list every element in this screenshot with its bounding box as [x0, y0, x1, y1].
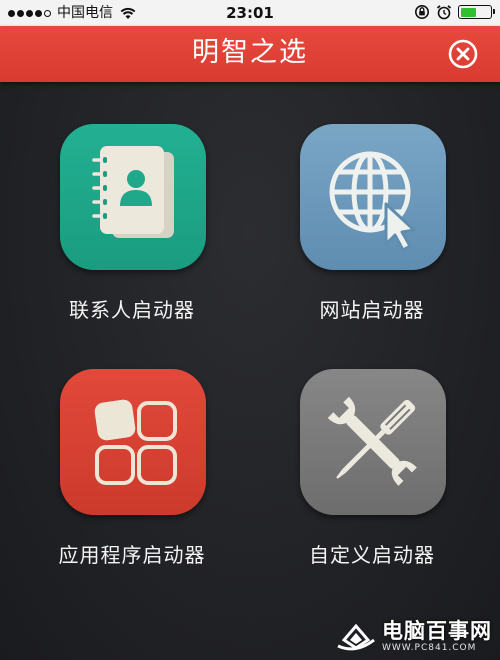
web-launcher-button[interactable]	[300, 124, 446, 270]
custom-launcher-label: 自定义启动器	[309, 543, 435, 567]
apps-launcher-label: 应用程序启动器	[58, 543, 206, 567]
web-launcher-label: 网站启动器	[319, 298, 425, 322]
apps-launcher-tile[interactable]: 应用程序启动器	[17, 369, 247, 599]
app-grid-icon	[94, 399, 177, 485]
status-right	[414, 4, 495, 20]
globe-cursor-icon	[329, 151, 416, 252]
apps-launcher-button[interactable]	[60, 369, 206, 515]
watermark: 电脑百事网 WWW.PC841.COM	[334, 620, 492, 654]
contacts-launcher-button[interactable]	[60, 124, 206, 270]
custom-launcher-button[interactable]	[300, 369, 446, 515]
watermark-logo-icon	[337, 623, 375, 651]
watermark-text: 电脑百事网 WWW.PC841.COM	[382, 621, 492, 653]
web-launcher-tile[interactable]: 网站启动器	[257, 124, 487, 354]
close-icon[interactable]	[448, 39, 478, 69]
battery-icon	[458, 5, 495, 19]
watermark-title: 电脑百事网	[382, 619, 492, 643]
watermark-url: WWW.PC841.COM	[382, 643, 477, 653]
alarm-icon	[436, 5, 452, 20]
contacts-launcher-label: 联系人启动器	[69, 298, 195, 322]
app-screen: 中国电信 23:01 明智之选 联系人启动器 网站启动器 应用程序启动器 自定义…	[0, 0, 500, 660]
custom-launcher-tile[interactable]: 自定义启动器	[257, 369, 487, 599]
status-bar: 中国电信 23:01	[0, 0, 500, 26]
rotation-lock-icon	[415, 5, 429, 19]
contacts-launcher-tile[interactable]: 联系人启动器	[17, 124, 247, 354]
battery-fill	[460, 7, 477, 17]
page-title: 明智之选	[192, 37, 308, 68]
contacts-book-icon	[92, 146, 174, 238]
tools-icon	[327, 396, 417, 486]
title-bar: 明智之选	[0, 26, 500, 82]
